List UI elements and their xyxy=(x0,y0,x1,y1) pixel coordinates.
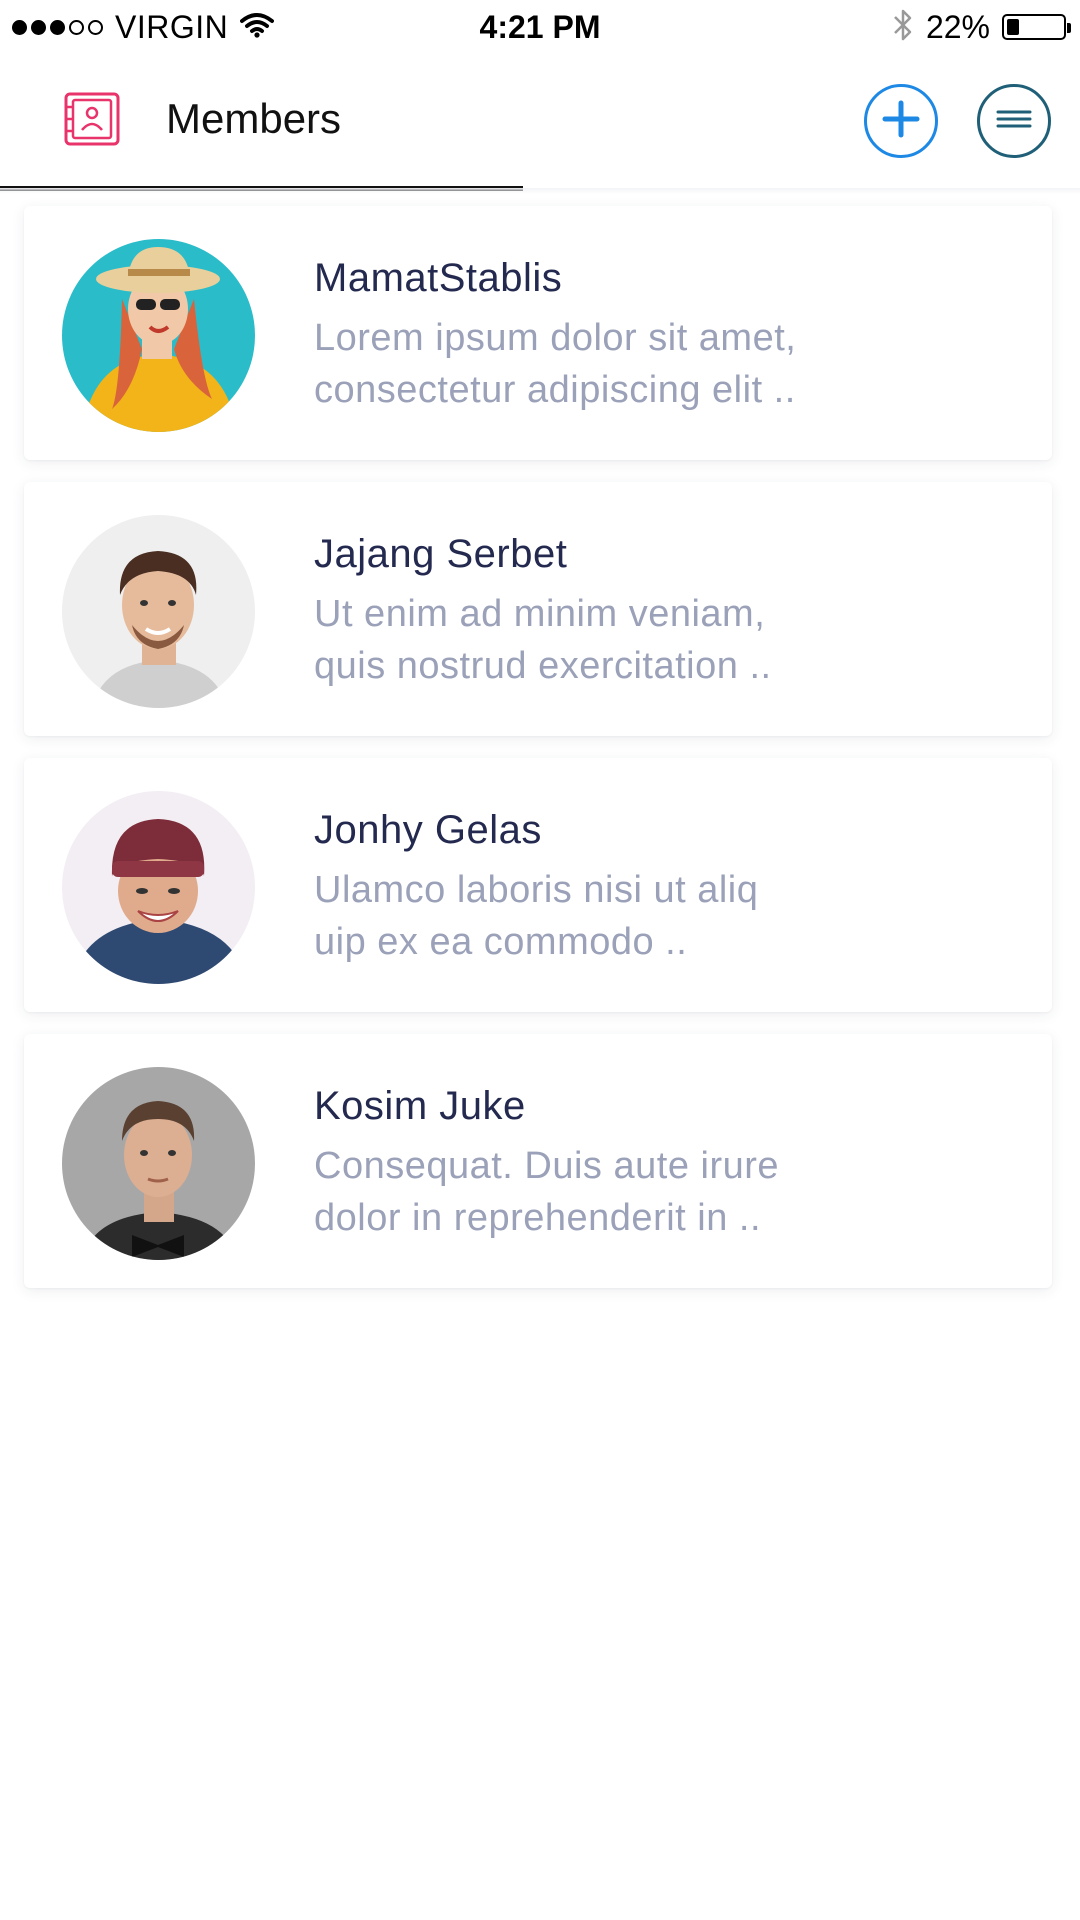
status-bar: VIRGIN 4:21 PM 22% xyxy=(0,0,1080,52)
menu-button[interactable] xyxy=(977,84,1051,158)
bluetooth-icon xyxy=(892,7,914,48)
member-name: Jajang Serbet xyxy=(314,532,568,576)
member-name: Jonhy Gelas xyxy=(314,808,542,852)
battery-icon xyxy=(1002,14,1071,40)
status-right: 22% xyxy=(892,7,1071,48)
add-member-button[interactable] xyxy=(864,84,938,158)
member-name: MamatStablis xyxy=(314,256,563,300)
avatar xyxy=(62,791,255,984)
contacts-book-icon xyxy=(62,92,122,146)
member-card[interactable]: Jajang Serbet Ut enim ad minim veniam, q… xyxy=(24,482,1052,736)
member-name: Kosim Juke xyxy=(314,1084,526,1128)
member-description: Consequat. Duis aute irure dolor in repr… xyxy=(314,1145,780,1239)
plus-icon xyxy=(882,100,920,143)
avatar xyxy=(62,239,255,432)
member-description: Ulamco laboris nisi ut aliq uip ex ea co… xyxy=(314,869,759,963)
hamburger-menu-icon xyxy=(996,109,1032,134)
member-card[interactable]: Kosim Juke Consequat. Duis aute irure do… xyxy=(24,1034,1052,1288)
member-card[interactable]: MamatStablis Lorem ipsum dolor sit amet,… xyxy=(24,206,1052,460)
header-bar: Members xyxy=(0,52,1080,191)
battery-level xyxy=(1007,19,1019,35)
member-description: Ut enim ad minim veniam, quis nostrud ex… xyxy=(314,593,772,687)
page-title: Members xyxy=(166,95,342,142)
header-shadow xyxy=(0,188,1080,194)
battery-percentage: 22% xyxy=(925,8,990,45)
avatar xyxy=(62,515,255,708)
member-description: Lorem ipsum dolor sit amet, consectetur … xyxy=(314,317,797,411)
avatar xyxy=(62,1067,255,1260)
member-card[interactable]: Jonhy Gelas Ulamco laboris nisi ut aliq … xyxy=(24,758,1052,1012)
